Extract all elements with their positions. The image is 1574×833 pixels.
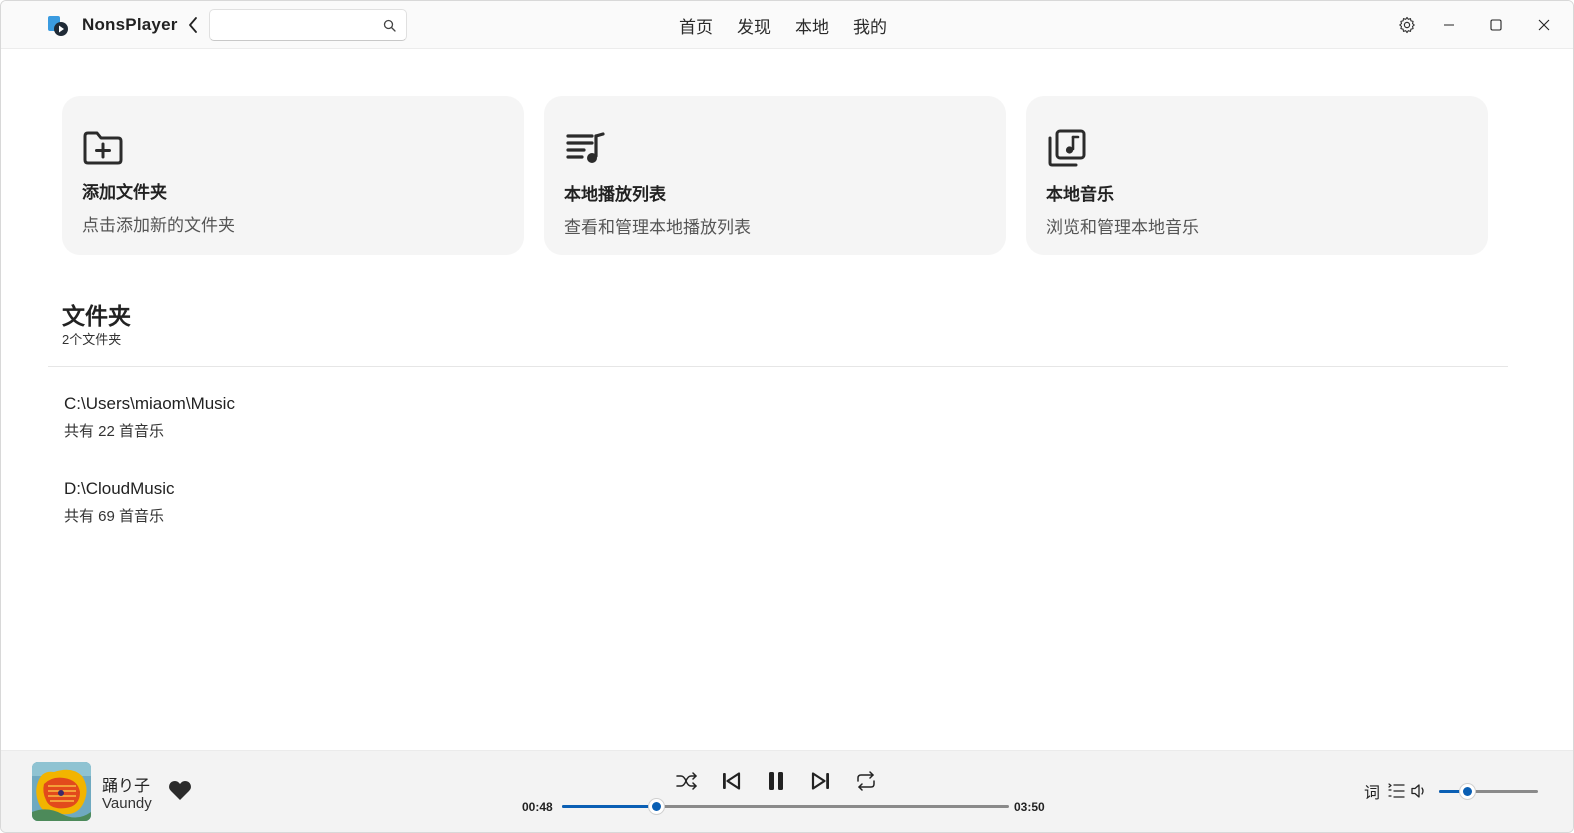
speaker-icon xyxy=(1411,784,1424,798)
next-button[interactable] xyxy=(808,768,834,794)
card-description: 查看和管理本地播放列表 xyxy=(564,218,751,237)
play-queue-button[interactable] xyxy=(1386,781,1406,801)
album-cover[interactable] xyxy=(32,762,91,821)
lyrics-label: 词 xyxy=(1363,785,1380,802)
previous-icon xyxy=(723,772,741,790)
pause-icon xyxy=(769,772,783,790)
card-title: 添加文件夹 xyxy=(82,183,167,202)
progress-thumb[interactable] xyxy=(647,798,665,815)
volume-slider[interactable] xyxy=(1439,783,1538,800)
app-name: NonsPlayer xyxy=(82,15,178,34)
album-art xyxy=(32,762,91,821)
nav-local[interactable]: 本地 xyxy=(795,13,829,38)
folder-path: C:\Users\miaom\Music xyxy=(64,394,235,413)
progress-slider[interactable] xyxy=(562,798,1009,815)
player-bar: 踊り子 Vaundy 00:48 03:50 词 xyxy=(1,750,1573,832)
song-title: 踊り子 xyxy=(102,778,151,795)
shuffle-button[interactable] xyxy=(674,768,700,794)
nav-discover[interactable]: 发现 xyxy=(737,13,771,38)
maximize-button[interactable] xyxy=(1484,13,1508,37)
folder-add-icon xyxy=(83,131,123,165)
minimize-icon xyxy=(1444,24,1454,26)
card-title: 本地音乐 xyxy=(1046,185,1114,204)
next-icon xyxy=(811,772,829,790)
folder-item[interactable]: D:\CloudMusic 共有 69 首音乐 xyxy=(64,479,175,526)
volume-thumb[interactable] xyxy=(1458,783,1476,800)
maximize-icon xyxy=(1490,19,1502,31)
folder-item[interactable]: C:\Users\miaom\Music 共有 22 首音乐 xyxy=(64,394,235,441)
local-music-card[interactable]: 本地音乐 浏览和管理本地音乐 xyxy=(1026,96,1488,255)
repeat-icon xyxy=(857,771,875,791)
time-current: 00:48 xyxy=(522,800,553,814)
settings-button[interactable] xyxy=(1395,13,1419,37)
close-icon xyxy=(1538,19,1550,31)
card-description: 点击添加新的文件夹 xyxy=(82,216,235,235)
progress-fill xyxy=(562,805,656,808)
nav-home[interactable]: 首页 xyxy=(679,13,713,38)
close-button[interactable] xyxy=(1532,13,1556,37)
main-nav: 首页 发现 本地 我的 xyxy=(679,13,887,38)
heart-icon[interactable] xyxy=(168,779,192,801)
repeat-button[interactable] xyxy=(853,768,879,794)
title-bar: NonsPlayer 首页 发现 本地 我的 xyxy=(1,1,1573,49)
queue-list-icon xyxy=(1388,783,1405,798)
chevron-left-icon xyxy=(189,17,197,33)
app-logo-icon xyxy=(48,16,68,36)
nav-mine[interactable]: 我的 xyxy=(853,13,887,38)
card-description: 浏览和管理本地音乐 xyxy=(1046,218,1199,237)
playlist-icon xyxy=(566,132,605,163)
search-input[interactable] xyxy=(218,16,378,36)
card-title: 本地播放列表 xyxy=(564,185,666,204)
folder-song-count: 共有 69 首音乐 xyxy=(64,508,165,525)
search-icon[interactable] xyxy=(383,19,396,32)
quick-actions: 添加文件夹 点击添加新的文件夹 本地播放列表 查看和管理本地播放列表 本地音乐 xyxy=(62,96,1488,255)
gear-icon xyxy=(1399,16,1415,34)
local-playlist-card[interactable]: 本地播放列表 查看和管理本地播放列表 xyxy=(544,96,1006,255)
pause-button[interactable] xyxy=(763,768,789,794)
app-window: NonsPlayer 首页 发现 本地 我的 添加文件夹 点击添加新的文件夹 本… xyxy=(0,0,1574,833)
volume-button[interactable] xyxy=(1409,781,1429,801)
lyrics-button[interactable]: 词 xyxy=(1362,781,1382,802)
folder-song-count: 共有 22 首音乐 xyxy=(64,423,165,440)
music-library-icon xyxy=(1048,129,1086,167)
divider xyxy=(48,366,1508,367)
shuffle-icon xyxy=(676,772,697,790)
folder-path: D:\CloudMusic xyxy=(64,479,175,498)
folders-count: 2个文件夹 xyxy=(62,332,122,347)
add-folder-card[interactable]: 添加文件夹 点击添加新的文件夹 xyxy=(62,96,524,255)
folders-heading: 文件夹 xyxy=(62,303,131,329)
song-artist[interactable]: Vaundy xyxy=(102,795,152,812)
back-button[interactable] xyxy=(182,14,204,36)
search-box[interactable] xyxy=(209,9,407,41)
previous-button[interactable] xyxy=(718,768,744,794)
time-total: 03:50 xyxy=(1014,800,1045,814)
minimize-button[interactable] xyxy=(1437,13,1461,37)
